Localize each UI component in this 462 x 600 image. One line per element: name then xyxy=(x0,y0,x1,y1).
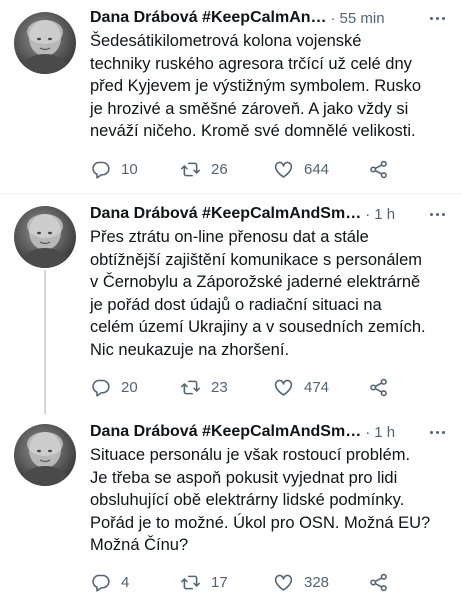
reply-count: 4 xyxy=(121,573,130,591)
reply-button[interactable]: 10 xyxy=(90,157,138,181)
retweet-button[interactable]: 23 xyxy=(180,375,228,399)
reply-icon xyxy=(92,574,110,592)
tweet[interactable]: Dana Drábová #KeepCalmAn… · 55 min Šedes… xyxy=(0,0,462,193)
reply-count: 10 xyxy=(121,160,138,178)
author-name[interactable]: Dana Drábová #KeepCalmAndSm… xyxy=(90,423,361,441)
separator-dot: · xyxy=(365,205,371,223)
avatar-photo xyxy=(21,20,69,74)
tweet-text: Šedesátikilometrová kolona vojenské tech… xyxy=(90,32,422,141)
retweet-count: 17 xyxy=(211,573,228,591)
heart-icon xyxy=(274,574,293,591)
retweet-icon xyxy=(180,380,201,394)
share-icon xyxy=(370,160,387,178)
separator-dot: · xyxy=(330,9,336,27)
retweet-count: 23 xyxy=(211,378,228,396)
avatar[interactable] xyxy=(14,424,76,486)
heart-icon xyxy=(274,379,293,396)
retweet-button[interactable]: 17 xyxy=(180,570,228,594)
reply-button[interactable]: 4 xyxy=(90,570,129,594)
tweet-time[interactable]: 55 min xyxy=(340,10,385,27)
share-icon xyxy=(370,573,387,591)
like-count: 474 xyxy=(304,378,330,396)
share-button[interactable] xyxy=(368,157,389,181)
tweet-time[interactable]: 1 h xyxy=(374,424,395,441)
thread-line xyxy=(44,270,46,414)
heart-icon xyxy=(274,161,293,178)
avatar[interactable] xyxy=(14,12,76,74)
author-name[interactable]: Dana Drábová #KeepCalmAn… xyxy=(90,9,327,27)
like-button[interactable]: 474 xyxy=(273,375,329,399)
author-name[interactable]: Dana Drábová #KeepCalmAndSm… xyxy=(90,205,361,223)
reply-icon xyxy=(92,379,110,397)
tweet-text: Přes ztrátu on-line přenosu dat a stále … xyxy=(90,228,426,359)
avatar-photo xyxy=(21,432,69,486)
retweet-count: 26 xyxy=(211,160,228,178)
like-count: 644 xyxy=(304,160,330,178)
reply-count: 20 xyxy=(121,378,138,396)
more-icon[interactable] xyxy=(426,9,448,27)
separator-dot: · xyxy=(365,423,371,441)
tweet[interactable]: Dana Drábová #KeepCalmAndSm… · 1 h Situa… xyxy=(0,412,462,600)
share-button[interactable] xyxy=(368,375,389,399)
tweet-time[interactable]: 1 h xyxy=(374,206,395,223)
like-button[interactable]: 328 xyxy=(273,570,329,594)
retweet-button[interactable]: 26 xyxy=(180,157,228,181)
like-count: 328 xyxy=(304,573,330,591)
share-button[interactable] xyxy=(368,570,389,594)
retweet-icon xyxy=(180,162,201,176)
avatar[interactable] xyxy=(14,206,76,268)
more-icon[interactable] xyxy=(426,205,448,223)
reply-button[interactable]: 20 xyxy=(90,375,138,399)
tweet-text: Situace personálu je však rostoucí probl… xyxy=(90,446,431,555)
retweet-icon xyxy=(180,575,201,589)
more-icon[interactable] xyxy=(426,423,448,441)
reply-icon xyxy=(92,161,110,179)
tweet[interactable]: Dana Drábová #KeepCalmAndSm… · 1 h Přes … xyxy=(0,194,462,414)
like-button[interactable]: 644 xyxy=(273,157,329,181)
share-icon xyxy=(370,378,387,396)
avatar-photo xyxy=(21,214,69,268)
